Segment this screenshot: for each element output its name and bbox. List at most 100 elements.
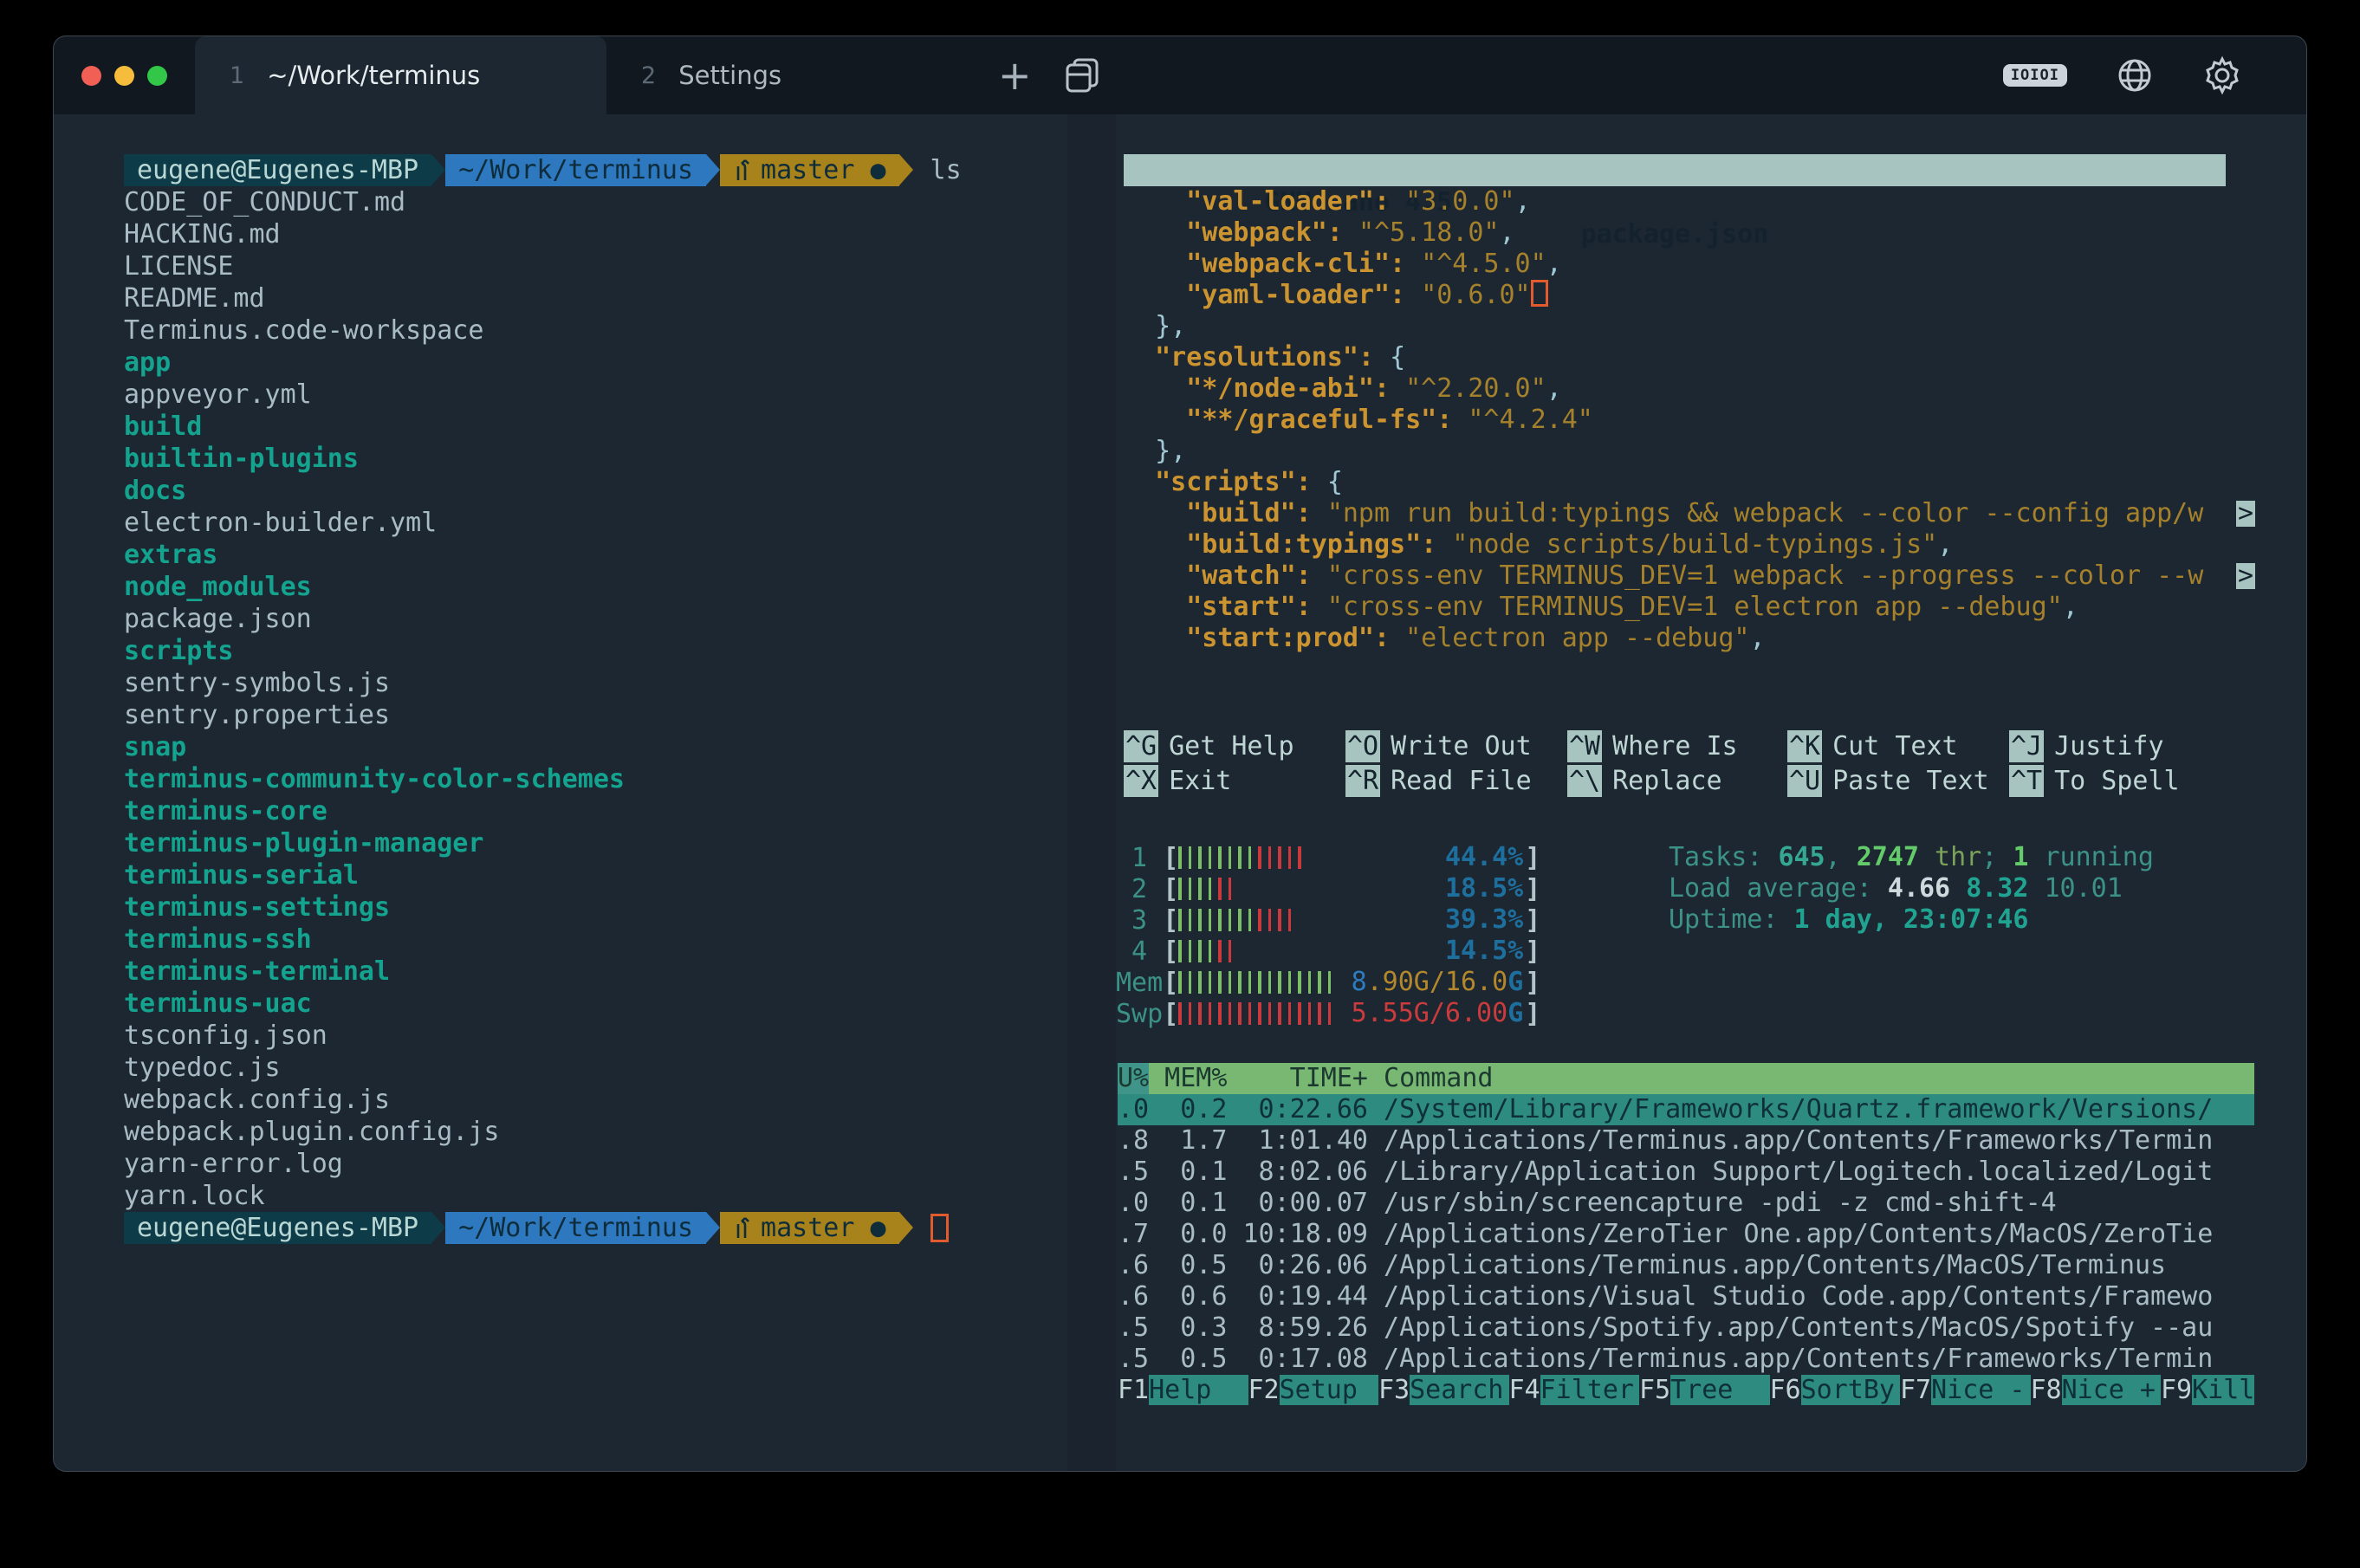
line-continuation-marker: >	[2236, 563, 2255, 589]
meter-tick-green	[1198, 909, 1202, 931]
process-row[interactable]: .6 0.5 0:26.06 /Applications/Terminus.ap…	[1118, 1250, 2254, 1281]
prompt-git-segment: master ●	[720, 154, 899, 186]
function-key[interactable]: F3Search	[1378, 1375, 1509, 1406]
function-key[interactable]: F7Nice -	[1900, 1375, 2031, 1406]
shortcut-key: ^\	[1567, 765, 1602, 797]
git-branch-icon	[733, 158, 752, 184]
tab-number: 1	[230, 62, 244, 89]
window-controls	[54, 36, 195, 114]
meter-label: 3	[1116, 905, 1163, 936]
file-name: typedoc.js	[124, 1053, 281, 1083]
meter-label: Mem	[1116, 968, 1163, 998]
meter-tick-red	[1288, 1002, 1292, 1025]
terminus-window: 1 ~/Work/terminus 2 Settings + IOIOI	[54, 36, 2306, 1471]
meter-tick-red	[1278, 1002, 1281, 1025]
prompt-cwd: ~/Work/terminus	[445, 1212, 706, 1244]
nano-shortcut[interactable]: ^\Replace	[1567, 766, 1787, 800]
function-key-action: SortBy	[1801, 1375, 1900, 1405]
process-row[interactable]: .8 1.7 1:01.40 /Applications/Terminus.ap…	[1118, 1125, 2254, 1157]
function-key[interactable]: F1Help	[1118, 1375, 1248, 1406]
ls-output-line: sentry.properties	[124, 699, 1064, 731]
ls-output-line: sentry-symbols.js	[124, 667, 1064, 699]
zoom-button[interactable]	[147, 66, 167, 86]
directory-name: build	[124, 411, 202, 442]
meter-tick-red	[1218, 878, 1222, 900]
gear-icon[interactable]	[2202, 55, 2242, 95]
tab-work-terminus[interactable]: 1 ~/Work/terminus	[195, 36, 606, 114]
terminal-pane-left[interactable]: eugene@Eugenes-MBP ~/Work/terminus master …	[124, 154, 1064, 1244]
nano-shortcut[interactable]: ^RRead File	[1345, 766, 1567, 800]
nano-shortcut[interactable]: ^KCut Text	[1787, 731, 2009, 766]
ls-output-line: LICENSE	[124, 250, 1064, 282]
globe-icon[interactable]	[2116, 56, 2154, 94]
tab-settings[interactable]: 2 Settings	[606, 36, 953, 114]
nano-shortcut[interactable]: ^TTo Spell	[2009, 766, 2180, 800]
meter-tick-green	[1229, 909, 1232, 931]
process-row[interactable]: .5 0.1 8:02.06 /Library/Application Supp…	[1118, 1157, 2254, 1188]
meter-value: 44.4%	[1445, 842, 1523, 873]
powerline-arrow-icon	[899, 1212, 913, 1243]
nano-editor[interactable]: "val-loader": "3.0.0", "webpack": "^5.18…	[1124, 186, 2260, 654]
shortcut-key: ^U	[1787, 765, 1822, 797]
function-key-action: Help	[1149, 1375, 1248, 1405]
nano-shortcut[interactable]: ^JJustify	[2009, 731, 2180, 766]
prompt-user-host: eugene@Eugenes-MBP	[124, 154, 431, 186]
meter-tick-green	[1308, 971, 1312, 994]
function-key[interactable]: F2Setup	[1248, 1375, 1379, 1406]
shortcut-label: Write Out	[1380, 731, 1532, 761]
meter-tick-red	[1298, 846, 1301, 869]
shortcut-key: ^X	[1124, 765, 1158, 797]
meter-tick-green	[1189, 846, 1192, 869]
ls-output-line: tsconfig.json	[124, 1020, 1064, 1052]
directory-name: scripts	[124, 636, 233, 666]
shortcut-label: Cut Text	[1822, 731, 1958, 761]
function-key[interactable]: F8Nice +	[2031, 1375, 2162, 1406]
minimize-button[interactable]	[114, 66, 134, 86]
process-row[interactable]: .7 0.0 10:18.09 /Applications/ZeroTier O…	[1118, 1219, 2254, 1250]
meter-bar: 18.5%	[1178, 873, 1525, 904]
meter-tick-green	[1189, 909, 1192, 931]
nano-line: "val-loader": "3.0.0",	[1124, 186, 2260, 217]
htop-process-table[interactable]: U% MEM% TIME+ Command.0 0.2 0:22.66 /Sys…	[1118, 1063, 2254, 1375]
file-name: webpack.plugin.config.js	[124, 1117, 499, 1147]
function-key[interactable]: F4Filter	[1509, 1375, 1640, 1406]
powerline-arrow-icon	[706, 154, 720, 185]
meter-tick-green	[1318, 971, 1321, 994]
ls-output-line: typedoc.js	[124, 1052, 1064, 1084]
nano-shortcut[interactable]: ^WWhere Is	[1567, 731, 1787, 766]
meter-tick-red	[1288, 909, 1292, 931]
meter-label: Swp	[1116, 999, 1163, 1029]
meter-bar: 5.55G/6.00G	[1178, 998, 1525, 1029]
function-key[interactable]: F6SortBy	[1770, 1375, 1901, 1406]
process-row[interactable]: .5 0.5 0:17.08 /Applications/Terminus.ap…	[1118, 1344, 2254, 1375]
file-name: HACKING.md	[124, 219, 281, 249]
new-tab-button[interactable]: +	[986, 36, 1044, 114]
serial-port-icon[interactable]: IOIOI	[2003, 64, 2067, 87]
meter-value: 18.5%	[1445, 873, 1523, 904]
function-key-action: Search	[1410, 1375, 1508, 1405]
shell-prompt: eugene@Eugenes-MBP~/Work/terminusmaster …	[124, 154, 1064, 186]
sort-column-header[interactable]: U%	[1118, 1063, 1149, 1094]
function-key[interactable]: F5Tree	[1639, 1375, 1770, 1406]
meter-bar: 44.4%	[1178, 842, 1525, 873]
close-button[interactable]	[81, 66, 101, 86]
ls-output-line: webpack.plugin.config.js	[124, 1116, 1064, 1148]
file-name: README.md	[124, 283, 265, 314]
nano-shortcut[interactable]: ^XExit	[1124, 766, 1345, 800]
process-table-header[interactable]: U% MEM% TIME+ Command	[1118, 1063, 2254, 1094]
process-row[interactable]: .0 0.2 0:22.66 /System/Library/Framework…	[1118, 1094, 2254, 1125]
ls-output-line: extras	[124, 539, 1064, 571]
process-row[interactable]: .6 0.6 0:19.44 /Applications/Visual Stud…	[1118, 1281, 2254, 1312]
duplicate-window-icon[interactable]	[1063, 36, 1101, 114]
process-row[interactable]: .5 0.3 8:59.26 /Applications/Spotify.app…	[1118, 1312, 2254, 1344]
function-key[interactable]: F9Kill	[2161, 1375, 2254, 1406]
process-row[interactable]: .0 0.1 0:00.07 /usr/sbin/screencapture -…	[1118, 1188, 2254, 1219]
pane-divider[interactable]	[1067, 114, 1116, 1471]
meter-bar: 39.3%	[1178, 904, 1525, 936]
meter-tick-green	[1288, 971, 1292, 994]
table-header-columns: MEM% TIME+ Command	[1149, 1063, 1493, 1093]
ls-output-line: terminus-serial	[124, 859, 1064, 891]
nano-shortcut[interactable]: ^GGet Help	[1124, 731, 1345, 766]
nano-shortcut[interactable]: ^UPaste Text	[1787, 766, 2009, 800]
nano-shortcut[interactable]: ^OWrite Out	[1345, 731, 1567, 766]
